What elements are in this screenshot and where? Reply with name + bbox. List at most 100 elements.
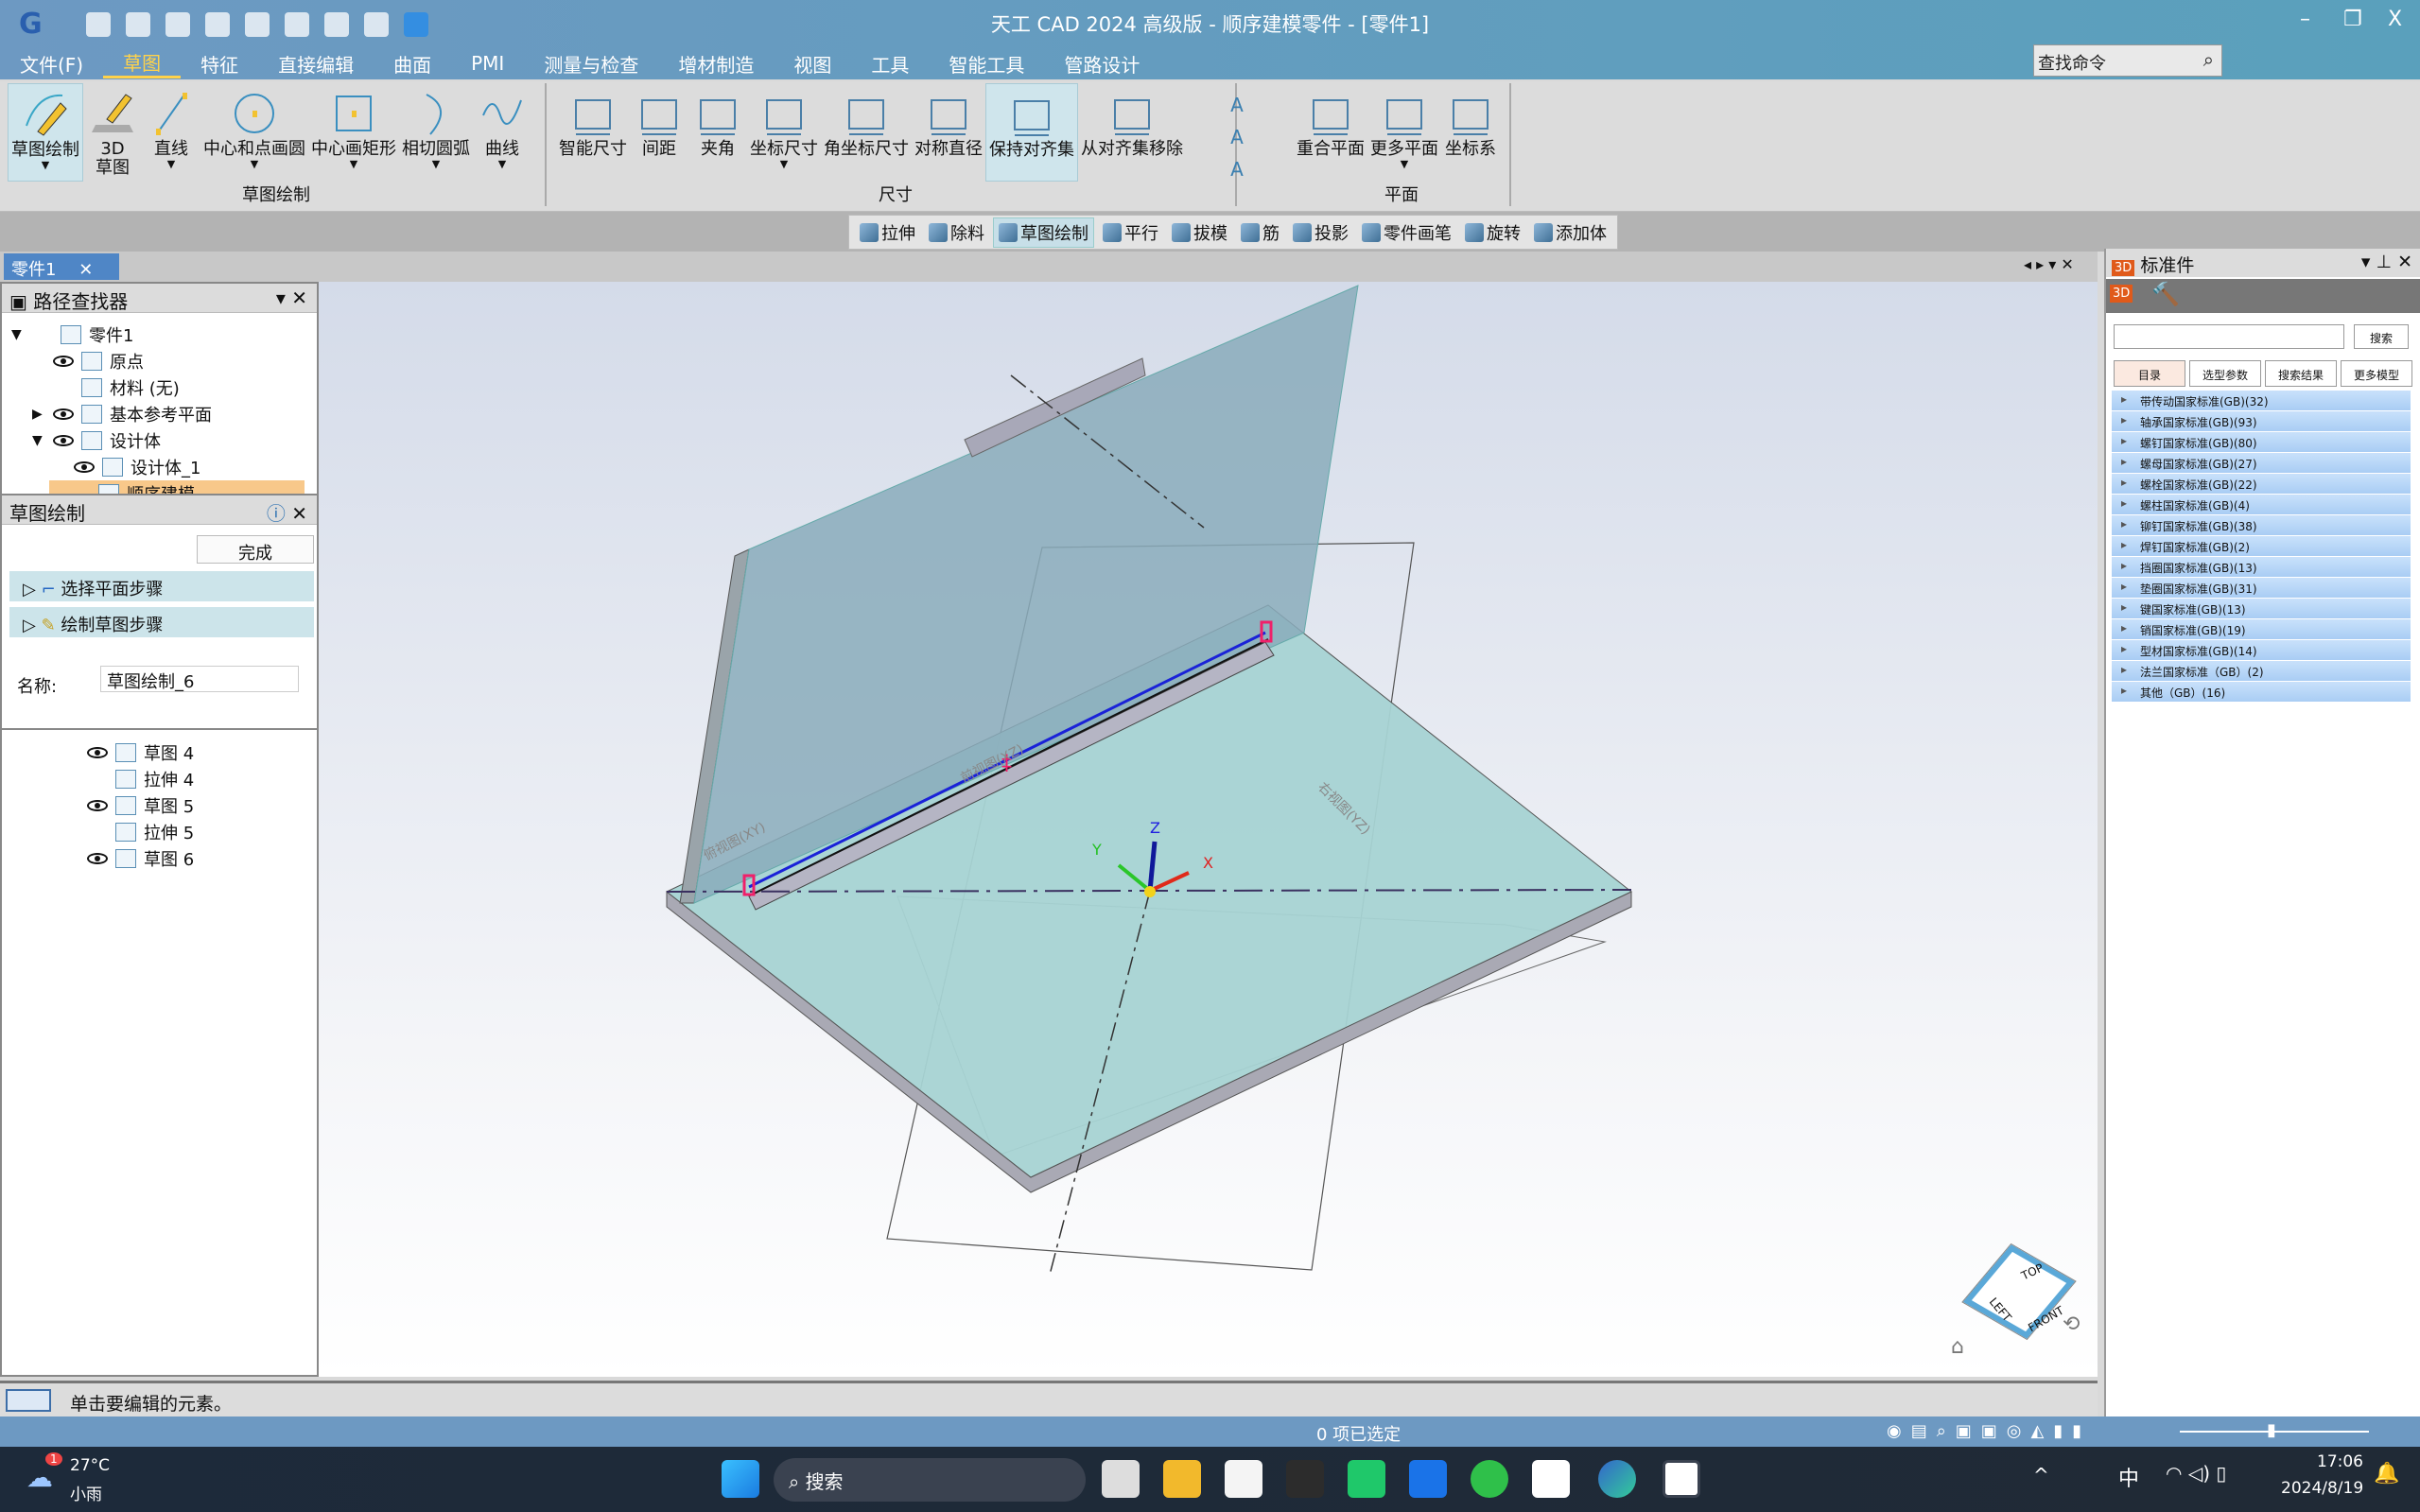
ribbon-button-line[interactable]: 直线 ▼ <box>142 83 200 182</box>
close-button[interactable]: X <box>2388 8 2402 31</box>
panel-controls-icon[interactable]: ▾ ⊥ ✕ <box>2361 252 2412 272</box>
network-volume-battery-icons[interactable]: ◠ ◁) ▯ <box>2166 1462 2226 1485</box>
ribbon-button-sketch-pencil[interactable]: 草图绘制 ▼ <box>8 83 83 182</box>
restore-button[interactable]: ❐ <box>2343 8 2362 31</box>
std-category-item[interactable]: 键国家标准(GB)(13) <box>2112 599 2411 619</box>
visibility-eye-icon[interactable] <box>53 435 74 446</box>
tree-item[interactable]: 材料 (无) <box>32 374 180 401</box>
clock-date[interactable]: 2024/8/19 <box>2281 1479 2363 1498</box>
std-category-item[interactable]: 带传动国家标准(GB)(32) <box>2112 391 2411 411</box>
app-green-icon[interactable] <box>1348 1460 1385 1498</box>
tray-chevron-icon[interactable]: ^ <box>2033 1464 2049 1486</box>
ribbon-button-curve[interactable]: 曲线 ▼ <box>473 83 531 182</box>
std-tab-1[interactable]: 选型参数 <box>2189 360 2261 387</box>
std-search-button[interactable]: 搜索 <box>2354 324 2409 349</box>
visibility-eye-icon[interactable] <box>53 408 74 420</box>
std-tab-2[interactable]: 搜索结果 <box>2265 360 2337 387</box>
qq-icon[interactable] <box>1532 1460 1570 1498</box>
dropdown-arrow-icon[interactable]: ▼ <box>498 159 506 170</box>
ribbon-button-smart-dim[interactable]: 智能尺寸 <box>556 83 630 182</box>
feature-3[interactable]: 平行 <box>1098 218 1163 247</box>
3d-tab-icon[interactable]: 3D <box>2110 285 2133 303</box>
menu-item-2[interactable]: 特征 <box>181 50 258 78</box>
ribbon-button-keep-align[interactable]: 保持对齐集 <box>985 83 1078 182</box>
ribbon-button-distance[interactable]: 间距 <box>630 83 688 182</box>
menu-item-7[interactable]: 增材制造 <box>658 50 774 78</box>
ribbon-button-sketch-3d[interactable]: 3D 草图 <box>83 83 142 182</box>
ribbon-button-circle[interactable]: 中心和点画圆 ▼ <box>200 83 308 182</box>
ribbon-button-coord-dim[interactable]: 坐标尺寸 ▼ <box>747 83 821 182</box>
menu-item-8[interactable]: 视图 <box>774 50 851 78</box>
ribbon-button-sym-diameter[interactable]: 对称直径 <box>912 83 985 182</box>
rotate-view-icon[interactable]: ⟲ <box>2063 1312 2080 1336</box>
std-category-item[interactable]: 螺栓国家标准(GB)(22) <box>2112 474 2411 495</box>
std-category-item[interactable]: 销国家标准(GB)(19) <box>2112 619 2411 640</box>
std-tab-3[interactable]: 更多模型 <box>2341 360 2412 387</box>
menu-item-3[interactable]: 直接编辑 <box>258 50 374 78</box>
feature-0[interactable]: 拉伸 <box>855 218 920 247</box>
close-tab-icon[interactable]: ✕ <box>78 260 93 280</box>
menu-item-0[interactable]: 文件(F) <box>0 50 103 78</box>
tree-item[interactable]: 草图 4 <box>87 739 194 766</box>
feature-6[interactable]: 投影 <box>1288 218 1353 247</box>
feature-2[interactable]: 草图绘制 <box>993 217 1094 248</box>
minimize-button[interactable]: – <box>2300 8 2310 31</box>
tree-item[interactable]: ▶ 基本参考平面 <box>32 401 212 427</box>
std-search-input[interactable] <box>2114 324 2344 349</box>
ribbon-button-rectangle[interactable]: 中心画矩形 ▼ <box>308 83 399 182</box>
visibility-eye-icon[interactable] <box>87 747 108 758</box>
std-tab-0[interactable]: 目录 <box>2114 360 2185 387</box>
tree-item[interactable]: 原点 <box>32 348 144 374</box>
weather-cloud-icon[interactable]: ☁ <box>26 1462 53 1493</box>
dropdown-arrow-icon[interactable]: ▼ <box>350 159 357 170</box>
sketch-name-input[interactable]: 草图绘制_6 <box>100 666 299 692</box>
view-tools-icons[interactable]: ◉▤⌕▣▣◎◭▮▮ <box>1887 1421 2091 1441</box>
home-view-icon[interactable]: ⌂ <box>1951 1335 1964 1359</box>
std-category-item[interactable]: 轴承国家标准(GB)(93) <box>2112 411 2411 432</box>
tab-part1[interactable]: 零件1 ✕ <box>4 253 119 280</box>
view-cube[interactable]: TOP LEFT FRONT ⌂ ⟲ <box>1951 1237 2085 1360</box>
std-category-item[interactable]: 法兰国家标准（GB）(2) <box>2112 661 2411 682</box>
file-explorer-icon[interactable] <box>1163 1460 1201 1498</box>
tree-item[interactable]: 拉伸 5 <box>87 819 194 845</box>
tree-item[interactable]: 拉伸 4 <box>87 766 194 792</box>
start-button[interactable] <box>722 1460 759 1498</box>
std-category-item[interactable]: 焊钉国家标准(GB)(2) <box>2112 536 2411 557</box>
tree-item[interactable]: ▼ 零件1 <box>11 322 133 348</box>
dropdown-arrow-icon[interactable]: ▼ <box>42 160 49 171</box>
taskbar-search[interactable]: ⌕ 搜索 <box>774 1458 1086 1502</box>
menu-item-4[interactable]: 曲面 <box>374 50 451 78</box>
task-view-icon[interactable] <box>1102 1460 1140 1498</box>
feature-5[interactable]: 筋 <box>1236 218 1284 247</box>
std-category-item[interactable]: 螺钉国家标准(GB)(80) <box>2112 432 2411 453</box>
dropdown-arrow-icon[interactable]: ▼ <box>167 159 175 170</box>
store-icon[interactable] <box>1225 1460 1262 1498</box>
feature-7[interactable]: 零件画笔 <box>1357 218 1456 247</box>
menu-item-11[interactable]: 管路设计 <box>1044 50 1159 78</box>
visibility-eye-icon[interactable] <box>87 800 108 811</box>
finish-button[interactable]: 完成 <box>197 535 314 564</box>
app-blue-icon[interactable] <box>1409 1460 1447 1498</box>
ribbon-button-remove-align[interactable]: 从对齐集移除 <box>1078 83 1186 182</box>
search-icon[interactable]: ⌕ <box>2203 48 2214 71</box>
visibility-eye-icon[interactable] <box>53 356 74 367</box>
feature-9[interactable]: 添加体 <box>1529 218 1611 247</box>
ribbon-button-arc[interactable]: 相切圆弧 ▼ <box>399 83 473 182</box>
ribbon-button-plane[interactable]: 重合平面 <box>1294 83 1367 182</box>
std-category-item[interactable]: 型材国家标准(GB)(14) <box>2112 640 2411 661</box>
menu-item-6[interactable]: 测量与检查 <box>524 50 658 78</box>
expander-icon[interactable]: ▼ <box>11 327 25 342</box>
menu-item-5[interactable]: PMI <box>451 52 524 75</box>
tree-item[interactable]: ▼ 设计体 <box>32 427 161 454</box>
app-icon[interactable] <box>1286 1460 1324 1498</box>
text-size-icons[interactable]: AAA <box>1227 89 1246 185</box>
feature-8[interactable]: 旋转 <box>1460 218 1525 247</box>
dropdown-arrow-icon[interactable]: ▼ <box>780 159 788 170</box>
zoom-slider-thumb[interactable]: ▮ <box>2267 1420 2276 1440</box>
select-plane-step[interactable]: ▷ ⌐ 选择平面步骤 <box>9 571 314 601</box>
menu-item-10[interactable]: 智能工具 <box>929 50 1044 78</box>
clock-time[interactable]: 17:06 <box>2317 1452 2363 1471</box>
feature-4[interactable]: 拔模 <box>1167 218 1232 247</box>
ime-indicator[interactable]: 中 <box>2118 1462 2139 1492</box>
tree-item[interactable]: 顺序建模 <box>49 480 305 494</box>
